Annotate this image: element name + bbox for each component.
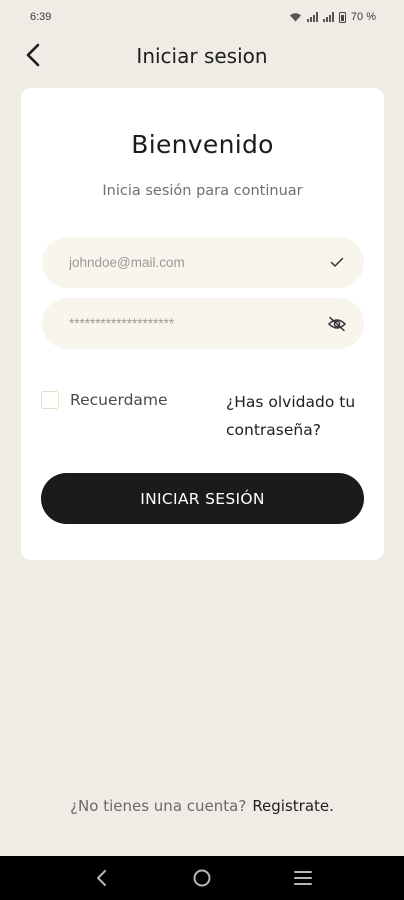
- nav-bar: [0, 856, 404, 900]
- signup-link[interactable]: Registrate.: [252, 797, 334, 815]
- eye-off-icon[interactable]: [326, 313, 348, 335]
- signup-question: ¿No tienes una cuenta?: [70, 797, 247, 815]
- nav-home-button[interactable]: [182, 858, 222, 898]
- password-input[interactable]: [69, 316, 326, 331]
- nav-back-icon: [96, 870, 106, 886]
- signal-icon: [306, 12, 318, 22]
- nav-home-icon: [193, 869, 211, 887]
- status-icons: 70 %: [289, 11, 376, 23]
- login-button[interactable]: INICIAR SESIÓN: [41, 473, 364, 524]
- remember-checkbox[interactable]: [41, 391, 59, 409]
- forgot-line-2: contraseña?: [226, 421, 321, 439]
- login-card: Bienvenido Inicia sesión para continuar …: [21, 88, 384, 560]
- remember-label: Recuerdame: [70, 391, 168, 409]
- check-icon: [326, 252, 348, 274]
- email-input[interactable]: [69, 255, 326, 270]
- password-field[interactable]: [42, 298, 364, 349]
- login-subtitle: Inicia sesión para continuar: [102, 183, 303, 199]
- battery-level: 70 %: [350, 11, 376, 23]
- nav-recents-button[interactable]: [283, 858, 323, 898]
- nav-back-button[interactable]: [81, 858, 121, 898]
- forgot-line-1: ¿Has olvidado tu: [226, 393, 356, 411]
- remember-me[interactable]: Recuerdame: [41, 391, 168, 409]
- signup-row: ¿No tienes una cuenta? Registrate.: [0, 797, 404, 815]
- header: Iniciar sesion: [0, 34, 404, 78]
- page-title: Iniciar sesion: [136, 44, 268, 68]
- status-bar: 6:39 70 %: [0, 0, 404, 34]
- battery-icon: [338, 11, 346, 23]
- status-time: 6:39: [30, 11, 52, 23]
- email-field[interactable]: [42, 237, 364, 288]
- forgot-password-link[interactable]: ¿Has olvidado tu contraseña?: [226, 388, 376, 444]
- signal-icon: [322, 12, 334, 22]
- wifi-icon: [289, 13, 301, 22]
- nav-recents-icon: [294, 871, 313, 885]
- welcome-heading: Bienvenido: [131, 130, 274, 159]
